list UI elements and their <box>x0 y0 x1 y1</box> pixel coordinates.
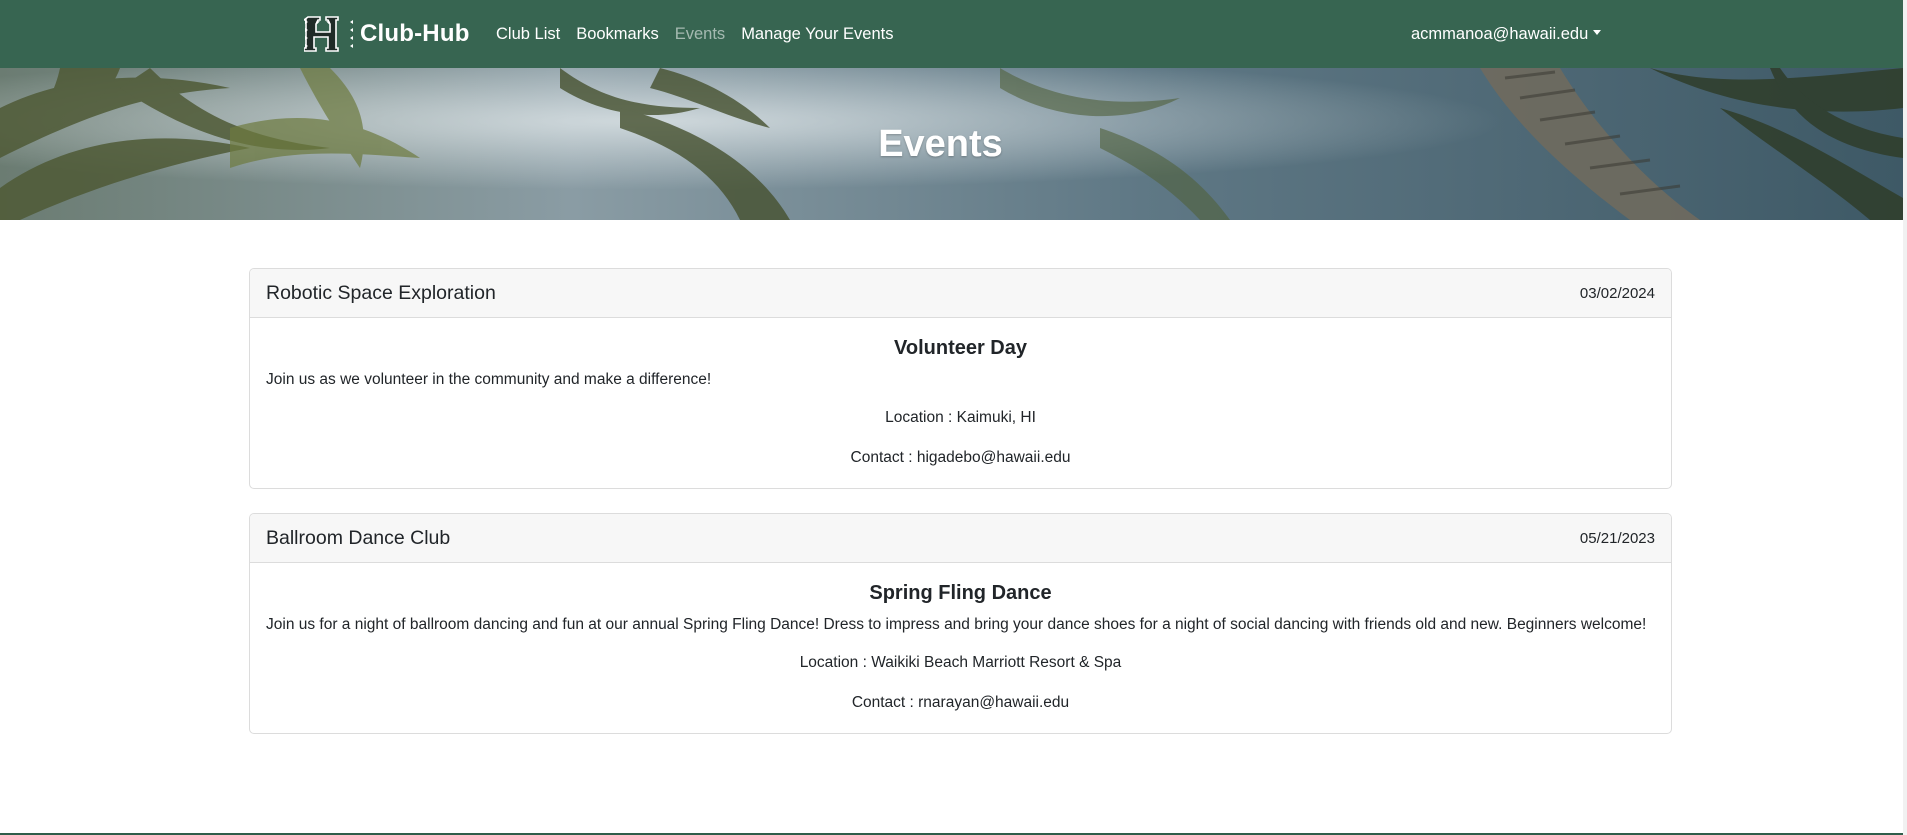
navbar: Club-Hub Club List Bookmarks Events Mana… <box>0 0 1903 68</box>
club-name: Robotic Space Exploration <box>266 281 496 304</box>
event-contact: Contact : higadebo@hawaii.edu <box>850 449 1071 466</box>
user-dropdown[interactable]: acmmanoa@hawaii.edu <box>1411 0 1602 68</box>
event-card-body: Volunteer Day Join us as we volunteer in… <box>250 318 1671 488</box>
event-card: Robotic Space Exploration 03/02/2024 Vol… <box>249 268 1672 489</box>
event-card-body: Spring Fling Dance Join us for a night o… <box>250 563 1671 733</box>
brand-link[interactable]: Club-Hub <box>304 12 470 56</box>
event-title: Volunteer Day <box>894 337 1027 359</box>
nav-link-manage-your-events[interactable]: Manage Your Events <box>741 25 893 44</box>
event-description: Join us as we volunteer in the community… <box>266 371 712 388</box>
scrollbar-gutter <box>1903 0 1907 835</box>
caret-down-icon <box>1593 29 1602 35</box>
user-email: acmmanoa@hawaii.edu <box>1411 24 1589 43</box>
event-contact: Contact : rnarayan@hawaii.edu <box>851 694 1070 711</box>
hawaii-h-logo-icon <box>304 16 353 52</box>
nav-links: Club List Bookmarks Events Manage Your E… <box>496 0 909 68</box>
nav-link-events[interactable]: Events <box>675 25 725 44</box>
event-card-header: Robotic Space Exploration 03/02/2024 <box>250 269 1671 318</box>
event-title: Spring Fling Dance <box>869 582 1052 604</box>
nav-link-bookmarks[interactable]: Bookmarks <box>576 25 659 44</box>
club-name: Ballroom Dance Club <box>266 526 451 549</box>
event-location: Location : Kaimuki, HI <box>885 409 1036 426</box>
event-location: Location : Waikiki Beach Marriott Resort… <box>799 654 1122 671</box>
hero-banner: Events <box>0 68 1903 220</box>
event-description: Join us for a night of ballroom dancing … <box>266 616 1647 633</box>
event-date: 05/21/2023 <box>1579 529 1655 547</box>
nav-link-club-list[interactable]: Club List <box>496 25 560 44</box>
event-card: Ballroom Dance Club 05/21/2023 Spring Fl… <box>249 513 1672 734</box>
events-list: Robotic Space Exploration 03/02/2024 Vol… <box>249 268 1672 758</box>
event-card-header: Ballroom Dance Club 05/21/2023 <box>250 514 1671 563</box>
event-date: 03/02/2024 <box>1579 284 1655 302</box>
page: Club-Hub Club List Bookmarks Events Mana… <box>0 0 1903 835</box>
page-title: Events <box>878 122 1003 165</box>
brand-name: Club-Hub <box>360 20 470 47</box>
